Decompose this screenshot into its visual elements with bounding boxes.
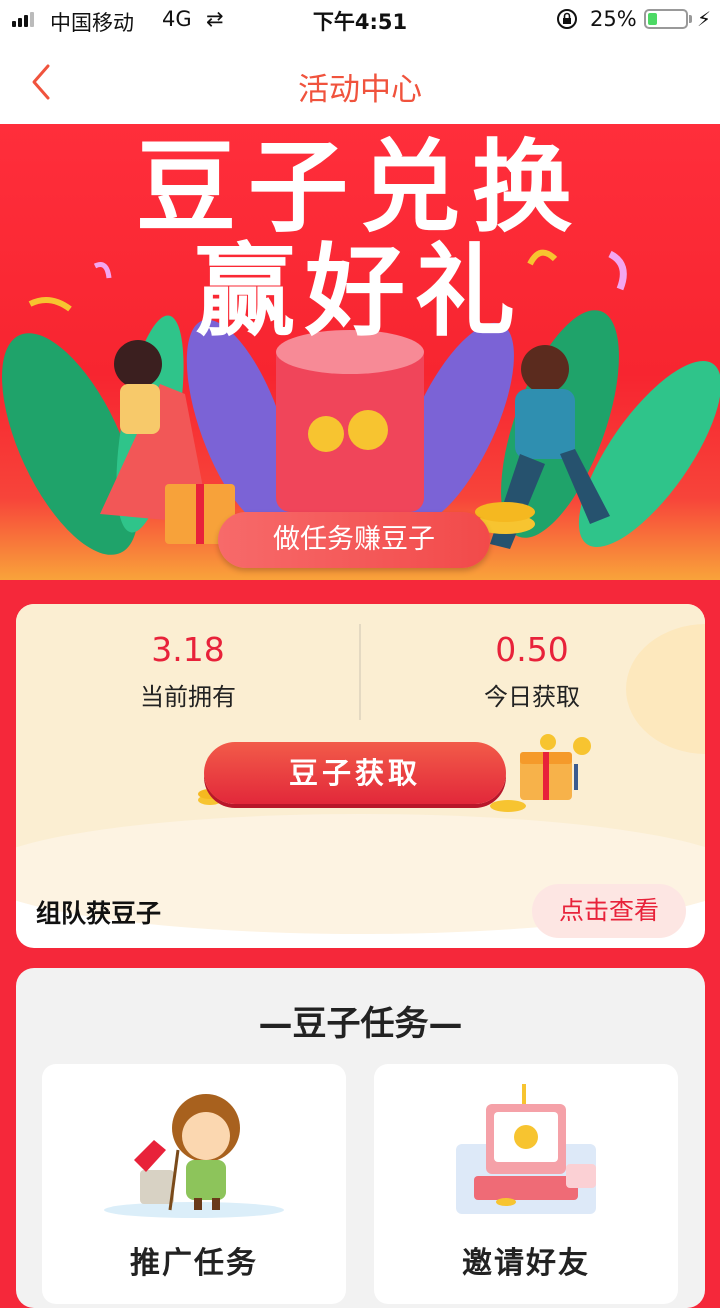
battery-percent: 25% — [590, 7, 637, 31]
status-bar: 中国移动 4G ⇄ 下午4:51 25% ⚡ — [0, 0, 720, 40]
invite-friends-label: 邀请好友 — [462, 1246, 590, 1281]
earn-beans-button[interactable]: 做任务赚豆子 — [218, 512, 490, 568]
today-beans-value: 0.50 — [495, 630, 569, 669]
beans-card: 3.18 当前拥有 0.50 今日获取 豆子获取 组队获豆子 点击查看 — [16, 604, 705, 948]
battery-tip — [689, 15, 692, 23]
team-beans-label: 组队获豆子 — [36, 899, 162, 928]
invite-friends-card[interactable]: 邀请好友 — [374, 1064, 678, 1304]
today-beans-stat: 0.50 今日获取 — [360, 630, 704, 712]
nav-bar: 活动中心 — [0, 40, 720, 124]
banner-title-line2: 赢好礼 — [195, 233, 525, 350]
page-title: 活动中心 — [298, 72, 422, 108]
promotion-task-card[interactable]: 推广任务 — [42, 1064, 346, 1304]
current-beans-stat: 3.18 当前拥有 — [16, 630, 360, 712]
beans-tasks-card: —豆子任务— 推广任务 邀请好友 — [16, 968, 705, 1308]
rotation-lock-icon — [557, 9, 577, 29]
battery-icon — [644, 9, 688, 29]
tasks-heading: —豆子任务— — [258, 1004, 463, 1044]
promo-banner[interactable]: 豆子兑换 赢好礼 做任务赚豆子 — [0, 124, 720, 580]
current-beans-value: 3.18 — [151, 630, 225, 669]
promotion-task-label: 推广任务 — [130, 1246, 258, 1281]
get-beans-button[interactable]: 豆子获取 — [204, 742, 506, 804]
today-beans-label: 今日获取 — [484, 683, 580, 711]
cleaner-illustration-icon — [104, 1094, 284, 1218]
current-beans-label: 当前拥有 — [140, 683, 236, 711]
invite-illustration-icon — [456, 1084, 596, 1214]
view-team-button[interactable]: 点击查看 — [532, 884, 686, 938]
gift-box-icon — [490, 734, 591, 812]
charging-icon: ⚡ — [697, 7, 712, 31]
